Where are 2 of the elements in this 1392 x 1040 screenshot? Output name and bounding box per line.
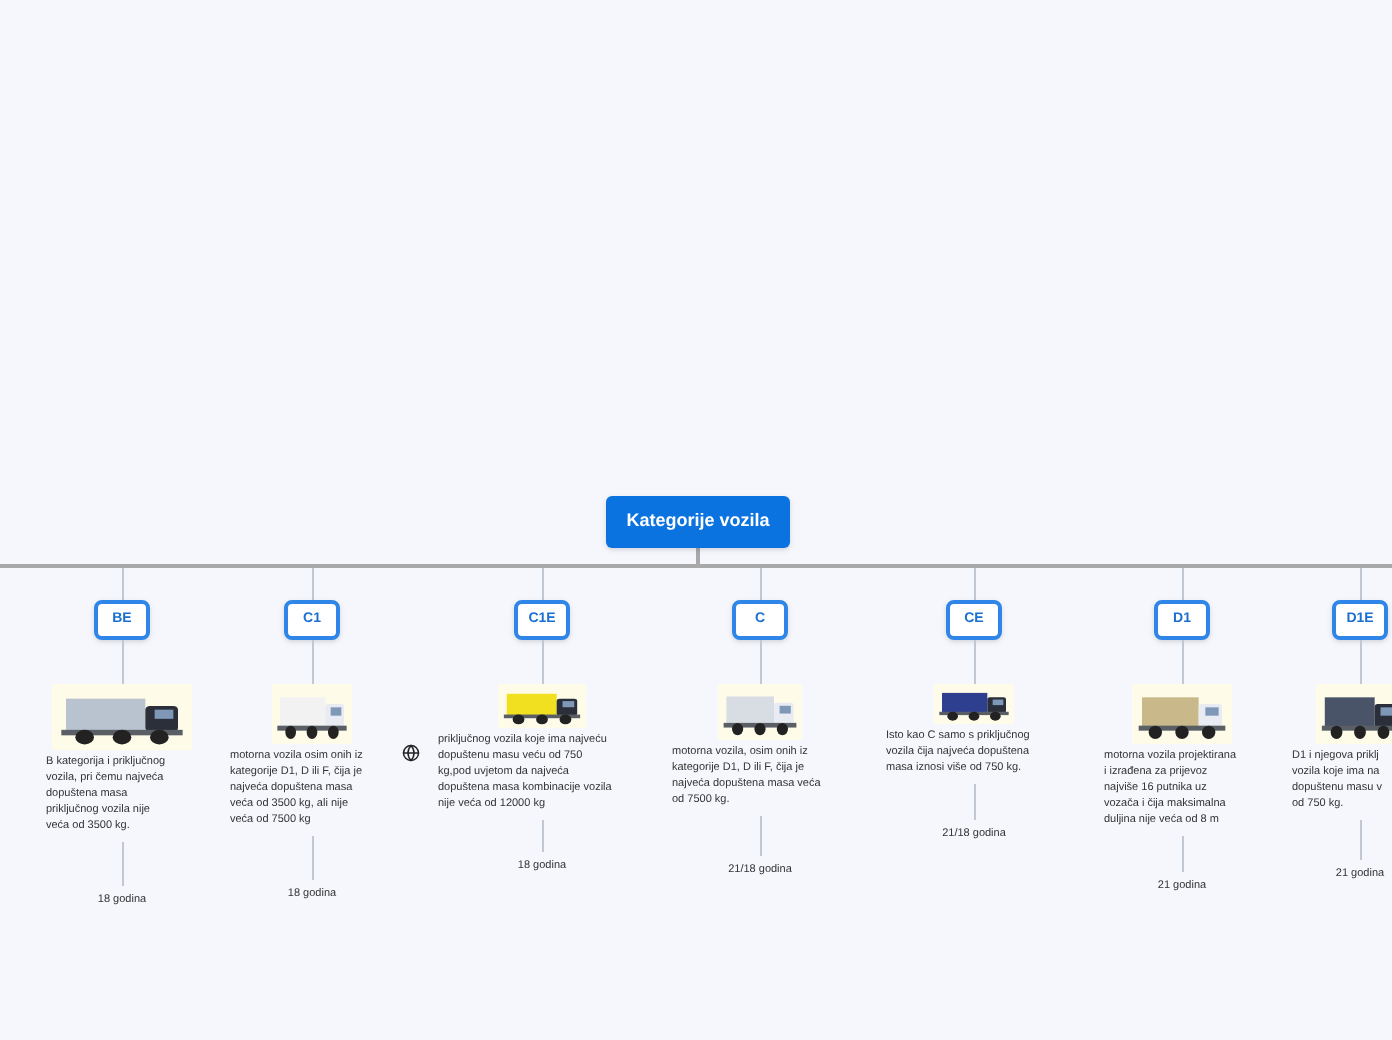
root-topic[interactable]: Kategorije vozila [606, 496, 790, 548]
globe-icon[interactable] [402, 744, 420, 762]
